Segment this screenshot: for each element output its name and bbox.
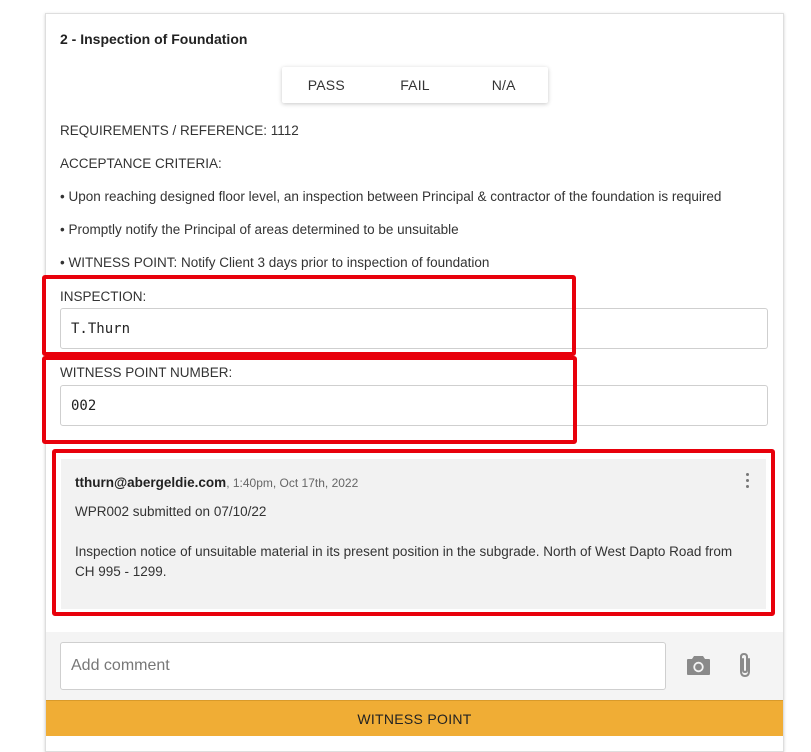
inspection-field[interactable] (60, 308, 768, 349)
result-toggle-group: PASS FAIL N/A (282, 67, 548, 103)
comment-author: tthurn@abergeldie.com (75, 475, 227, 490)
more-vertical-icon[interactable] (742, 473, 752, 491)
comment-item: tthurn@abergeldie.com, 1:40pm, Oct 17th,… (61, 459, 766, 609)
comment-composer (46, 632, 783, 700)
pass-button[interactable]: PASS (282, 67, 371, 103)
comment-header: tthurn@abergeldie.com, 1:40pm, Oct 17th,… (75, 475, 358, 490)
inspection-label: INSPECTION: (60, 289, 147, 304)
inspection-card: 2 - Inspection of Foundation PASS FAIL N… (45, 13, 784, 752)
witness-point-number-label: WITNESS POINT NUMBER: (60, 365, 233, 380)
criteria-item: • Promptly notify the Principal of areas… (60, 222, 459, 237)
section-title: 2 - Inspection of Foundation (60, 31, 248, 47)
requirements-reference: REQUIREMENTS / REFERENCE: 1112 (60, 123, 299, 138)
paperclip-icon[interactable] (736, 652, 754, 683)
criteria-item: • Upon reaching designed floor level, an… (60, 189, 722, 204)
comment-line: WPR002 submitted on 07/10/22 (75, 504, 267, 519)
fail-button[interactable]: FAIL (371, 67, 460, 103)
camera-icon[interactable] (686, 654, 711, 681)
na-button[interactable]: N/A (459, 67, 548, 103)
witness-point-number-field[interactable] (60, 385, 768, 426)
criteria-item: • WITNESS POINT: Notify Client 3 days pr… (60, 255, 490, 270)
comment-timestamp: , 1:40pm, Oct 17th, 2022 (226, 476, 359, 490)
comment-body: Inspection notice of unsuitable material… (75, 544, 733, 579)
add-comment-input[interactable] (60, 642, 666, 690)
acceptance-criteria-heading: ACCEPTANCE CRITERIA: (60, 156, 222, 171)
witness-point-button[interactable]: WITNESS POINT (46, 700, 783, 736)
